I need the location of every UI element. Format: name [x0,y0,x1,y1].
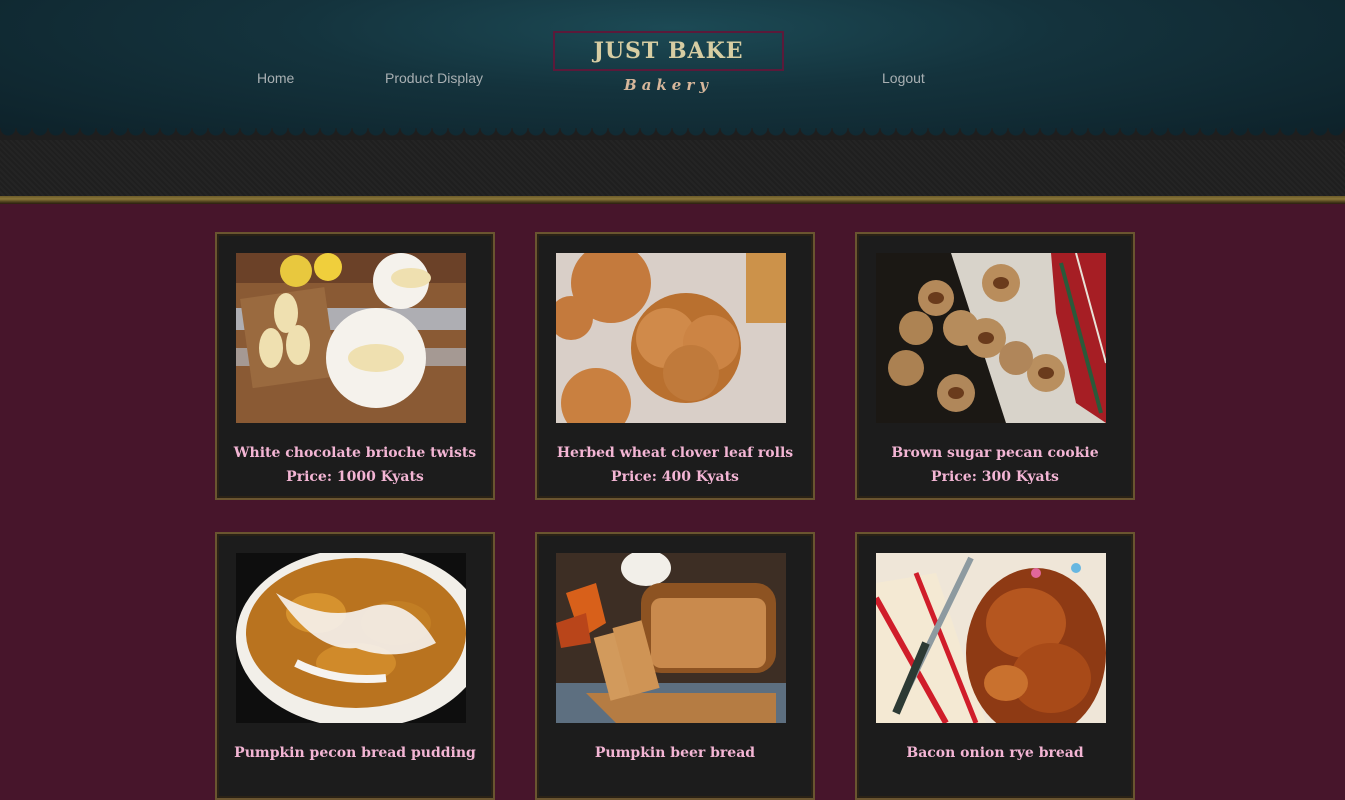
product-image[interactable] [236,253,466,423]
logo-subtitle: Bakery [624,76,713,94]
nav-product-display-link[interactable]: Product Display [385,70,483,86]
product-price: Price: 1000 Kyats [286,469,424,485]
product-name: White chocolate brioche twists [233,445,477,461]
product-image[interactable] [556,253,786,423]
product-image[interactable] [556,553,786,723]
product-price: Price: 300 Kyats [931,469,1059,485]
product-card[interactable]: Brown sugar pecan cookie Price: 300 Kyat… [855,232,1135,500]
nav-home-link[interactable]: Home [257,70,294,86]
product-card[interactable]: Herbed wheat clover leaf rolls Price: 40… [535,232,815,500]
header-band [0,140,1345,196]
product-image[interactable] [236,553,466,723]
header-divider [0,196,1345,204]
product-name: Brown sugar pecan cookie [891,445,1099,461]
logo[interactable]: JUST BAKE [553,31,784,71]
product-image[interactable] [876,253,1106,423]
product-name: Pumpkin pecon bread pudding [234,745,476,761]
logo-title: JUST BAKE [593,38,744,64]
product-card[interactable]: White chocolate brioche twists Price: 10… [215,232,495,500]
product-name: Pumpkin beer bread [594,745,756,761]
product-price: Price: 400 Kyats [611,469,739,485]
product-name: Bacon onion rye bread [906,745,1084,761]
product-card[interactable]: Bacon onion rye bread [855,532,1135,800]
product-card[interactable]: Pumpkin pecon bread pudding [215,532,495,800]
product-image[interactable] [876,553,1106,723]
product-name: Herbed wheat clover leaf rolls [556,445,794,461]
nav-logout-link[interactable]: Logout [882,70,925,86]
product-card[interactable]: Pumpkin beer bread [535,532,815,800]
